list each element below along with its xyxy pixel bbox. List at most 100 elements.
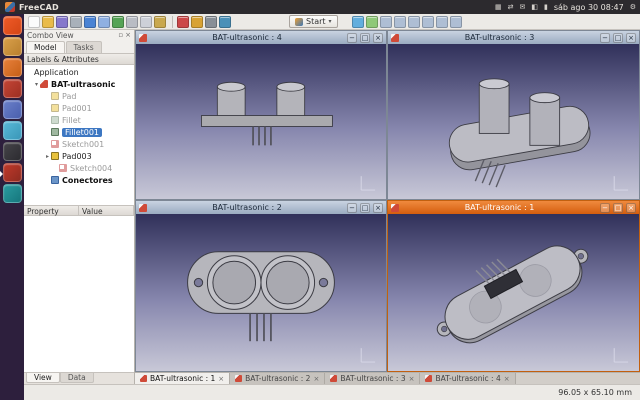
tab-model[interactable]: Model (26, 41, 65, 53)
window-bat-ultrasonic-2[interactable]: BAT-ultrasonic : 2 − □ × (135, 200, 387, 372)
bottom-view-icon[interactable] (436, 16, 448, 28)
tab-tasks[interactable]: Tasks (66, 41, 102, 53)
tree-item-pad001[interactable]: Pad001 (24, 102, 134, 114)
window-tab-1[interactable]: BAT-ultrasonic : 1 × (135, 373, 230, 384)
indicator-area: ▦ ⇄ ✉ ◧ ▮ sáb ago 30 08:47 ⚙ (495, 0, 636, 14)
viewport-isometric-back[interactable] (388, 214, 639, 371)
top-view-icon[interactable] (394, 16, 406, 28)
close-panel-icon[interactable]: × (125, 31, 131, 40)
close-tab-icon[interactable]: × (504, 375, 510, 383)
network-icon[interactable]: ⇄ (508, 0, 514, 14)
dash-home-icon[interactable] (3, 16, 22, 35)
freecad-doc-icon (235, 375, 242, 382)
close-tab-icon[interactable]: × (409, 375, 415, 383)
minimize-button[interactable]: − (347, 203, 357, 213)
part-icon[interactable] (191, 16, 203, 28)
minimize-button[interactable]: − (600, 203, 610, 213)
window-titlebar[interactable]: BAT-ultrasonic : 3 − □ × (388, 31, 639, 44)
battery-icon[interactable]: ▮ (544, 0, 548, 14)
tree-item-pad[interactable]: Pad (24, 90, 134, 102)
refresh-icon[interactable] (112, 16, 124, 28)
left-view-icon[interactable] (450, 16, 462, 28)
expander-icon[interactable]: ▸ (44, 153, 51, 160)
tree-item-label: Pad003 (62, 152, 92, 161)
maximize-button[interactable]: □ (360, 203, 370, 213)
property-header: Property Value (24, 205, 134, 216)
macro-record-icon[interactable] (205, 16, 217, 28)
property-tabs: View Data (24, 372, 134, 384)
property-column[interactable]: Property (24, 206, 79, 215)
sketch-icon[interactable] (177, 16, 189, 28)
window-bat-ultrasonic-1[interactable]: BAT-ultrasonic : 1 − □ × (387, 200, 640, 372)
fit-all-icon[interactable] (352, 16, 364, 28)
maximize-button[interactable]: □ (360, 33, 370, 43)
window-tab-4[interactable]: BAT-ultrasonic : 4 × (420, 373, 515, 384)
viewport-front-flat[interactable] (136, 214, 386, 371)
tree-item-document[interactable]: ▾ BAT-ultrasonic (24, 78, 134, 90)
maximize-button[interactable]: □ (613, 203, 623, 213)
window-titlebar[interactable]: BAT-ultrasonic : 4 − □ × (136, 31, 386, 44)
close-button[interactable]: × (373, 203, 383, 213)
maximize-button[interactable]: □ (613, 33, 623, 43)
window-tab-2[interactable]: BAT-ultrasonic : 2 × (230, 373, 325, 384)
close-tab-icon[interactable]: × (218, 375, 224, 383)
pad-icon (51, 92, 59, 100)
window-tab-3[interactable]: BAT-ultrasonic : 3 × (325, 373, 420, 384)
session-menu-icon[interactable]: ⚙ (630, 0, 636, 14)
messages-icon[interactable]: ✉ (519, 0, 525, 14)
tab-view[interactable]: View (26, 373, 60, 383)
close-button[interactable]: × (626, 33, 636, 43)
arduino-icon[interactable] (3, 184, 22, 203)
print-icon[interactable] (70, 16, 82, 28)
open-folder-icon[interactable] (42, 16, 54, 28)
tree-item-application[interactable]: Application (24, 66, 134, 78)
right-view-icon[interactable] (408, 16, 420, 28)
rear-view-icon[interactable] (422, 16, 434, 28)
undo-icon[interactable] (84, 16, 96, 28)
tree-item-fillet[interactable]: Fillet (24, 114, 134, 126)
front-view-icon[interactable] (380, 16, 392, 28)
save-icon[interactable] (56, 16, 68, 28)
close-button[interactable]: × (626, 203, 636, 213)
volume-icon[interactable]: ◧ (531, 0, 538, 14)
firefox-icon[interactable] (3, 58, 22, 77)
close-button[interactable]: × (373, 33, 383, 43)
property-table[interactable] (24, 216, 134, 372)
terminal-icon[interactable] (3, 142, 22, 161)
viewport-front[interactable] (136, 44, 386, 199)
cut-icon[interactable] (126, 16, 138, 28)
python-console-icon[interactable] (219, 16, 231, 28)
amazon-icon[interactable] (3, 79, 22, 98)
clock[interactable]: sáb ago 30 08:47 (554, 3, 624, 12)
minimize-button[interactable]: − (600, 33, 610, 43)
window-bat-ultrasonic-4[interactable]: BAT-ultrasonic : 4 − □ × (135, 30, 387, 200)
value-column[interactable]: Value (79, 206, 134, 215)
freecad-launcher-icon[interactable] (3, 163, 22, 182)
viewport-isometric[interactable] (388, 44, 639, 199)
tree-item-conectores[interactable]: Conectores (24, 174, 134, 186)
tree-item-pad003[interactable]: ▸ Pad003 (24, 150, 134, 162)
window-bat-ultrasonic-3[interactable]: BAT-ultrasonic : 3 − □ × (387, 30, 640, 200)
float-panel-icon[interactable]: ▫ (118, 31, 123, 40)
files-icon[interactable] (3, 37, 22, 56)
tree-item-fillet001[interactable]: Fillet001 (24, 126, 134, 138)
paste-icon[interactable] (154, 16, 166, 28)
tab-data[interactable]: Data (60, 373, 94, 383)
libreoffice-writer-icon[interactable] (3, 100, 22, 119)
tree-item-sketch001[interactable]: Sketch001 (24, 138, 134, 150)
redo-icon[interactable] (98, 16, 110, 28)
window-titlebar-active[interactable]: BAT-ultrasonic : 1 − □ × (388, 201, 639, 214)
new-file-icon[interactable] (28, 16, 40, 28)
close-tab-icon[interactable]: × (313, 375, 319, 383)
keyboard-indicator-icon[interactable]: ▦ (495, 0, 502, 14)
copy-icon[interactable] (140, 16, 152, 28)
expander-icon[interactable]: ▾ (33, 81, 40, 88)
minimize-button[interactable]: − (347, 33, 357, 43)
freecad-doc-icon (330, 375, 337, 382)
axonometric-view-icon[interactable] (366, 16, 378, 28)
window-titlebar[interactable]: BAT-ultrasonic : 2 − □ × (136, 201, 386, 214)
tree-item-sketch004[interactable]: Sketch004 (24, 162, 134, 174)
ubuntu-software-icon[interactable] (3, 121, 22, 140)
workbench-selector[interactable]: Start ▾ (289, 15, 338, 28)
workbench-selector-label: Start (306, 17, 326, 26)
